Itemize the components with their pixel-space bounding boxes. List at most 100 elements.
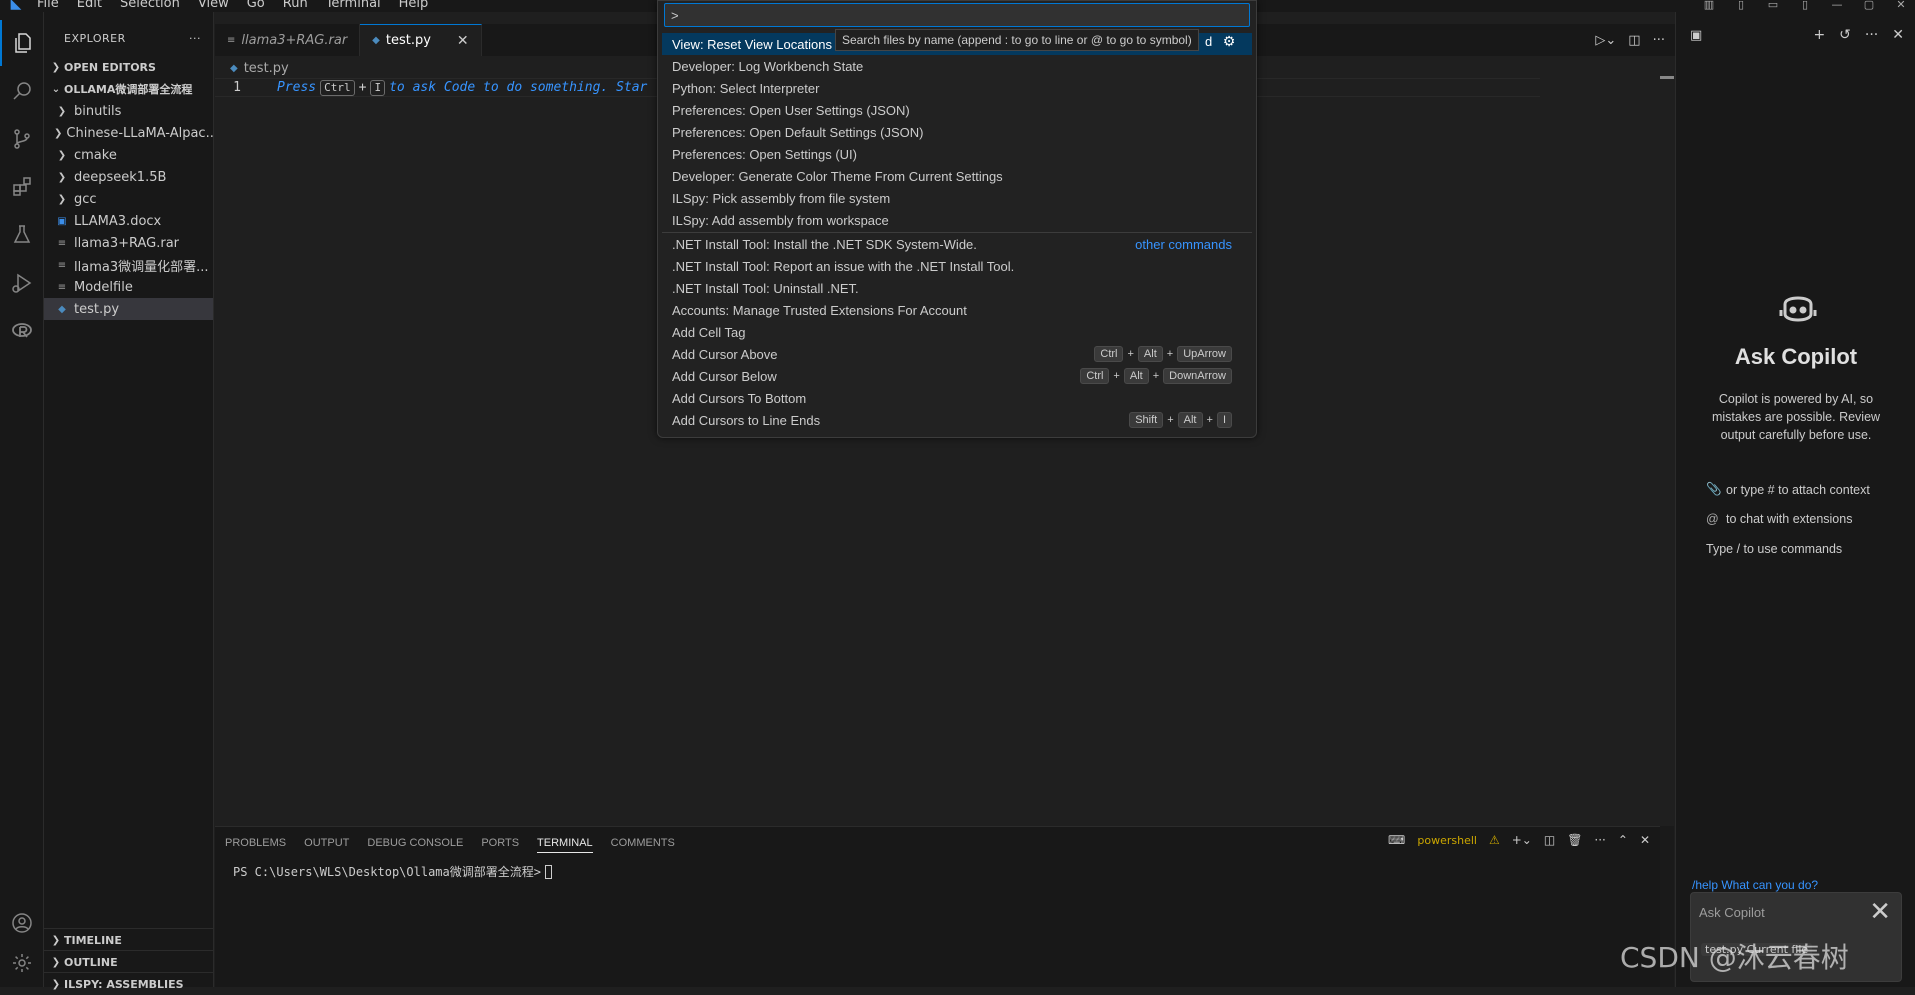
- terminal-line[interactable]: PS C:\Users\WLS\Desktop\Ollama微调部署全流程>: [233, 863, 552, 880]
- tree-folder[interactable]: ❯ gcc: [44, 188, 213, 210]
- menu-help[interactable]: Help: [390, 0, 438, 12]
- command-item[interactable]: Python: Select Interpreter: [662, 77, 1252, 99]
- tip-text: or type # to attach context: [1726, 482, 1870, 497]
- key-separator: +: [1166, 348, 1174, 360]
- extensions-icon[interactable]: [0, 164, 44, 210]
- tree-folder[interactable]: ❯ binutils: [44, 100, 213, 122]
- maximize-icon[interactable]: ▢: [1855, 0, 1883, 11]
- chat-icon[interactable]: ▣: [1690, 28, 1702, 43]
- r-extension-icon[interactable]: [0, 308, 44, 354]
- panel-tabs: PROBLEMS OUTPUT DEBUG CONSOLE PORTS TERMINAL…: [225, 837, 675, 853]
- command-item[interactable]: ILSpy: Add assembly from workspace: [662, 209, 1252, 231]
- command-item[interactable]: Preferences: Open Settings (UI): [662, 143, 1252, 165]
- command-item[interactable]: .NET Install Tool: Uninstall .NET.: [662, 277, 1252, 299]
- tree-folder[interactable]: ❯ cmake: [44, 144, 213, 166]
- command-item[interactable]: ILSpy: Pick assembly from file system: [662, 187, 1252, 209]
- layout-icon[interactable]: ▥: [1695, 0, 1723, 11]
- command-item[interactable]: Add Cursors to Line Ends Shift + Alt + I: [662, 409, 1252, 431]
- command-item[interactable]: Preferences: Open Default Settings (JSON…: [662, 121, 1252, 143]
- configure-keybinding-gear-icon[interactable]: ⚙: [1218, 33, 1240, 51]
- breadcrumb: ◆ test.py: [230, 58, 289, 78]
- outline-section[interactable]: ❯ OUTLINE: [44, 950, 214, 973]
- command-item[interactable]: Add Cursors To Bottom: [662, 387, 1252, 409]
- more-actions-icon[interactable]: ···: [1865, 27, 1878, 43]
- editor-scrollbar[interactable]: [1660, 76, 1674, 79]
- tab-test-py[interactable]: ◆ test.py ✕: [360, 24, 482, 56]
- tree-file[interactable]: ◆ test.py: [44, 298, 213, 320]
- workspace-folder-section[interactable]: ⌄ OLLAMA微调部署全流程: [44, 78, 213, 100]
- menu-run[interactable]: Run: [274, 0, 317, 12]
- source-control-icon[interactable]: [0, 116, 44, 162]
- toggle-panel-icon[interactable]: ▭: [1759, 0, 1787, 11]
- panel-tab-terminal[interactable]: TERMINAL: [537, 837, 593, 853]
- tree-file[interactable]: ≡ Modelfile: [44, 276, 213, 298]
- keybinding: Shift + Alt + I: [1129, 412, 1232, 428]
- panel-tab-ports[interactable]: PORTS: [481, 837, 519, 853]
- open-editors-section[interactable]: ❯ OPEN EDITORS: [44, 56, 213, 78]
- command-item[interactable]: Add Cursors To Top: [662, 431, 1252, 438]
- command-item[interactable]: Add Cursor Below Ctrl + Alt + DownArrow: [662, 365, 1252, 387]
- command-item[interactable]: Developer: Log Workbench State: [662, 55, 1252, 77]
- more-actions-icon[interactable]: ···: [1594, 833, 1605, 847]
- tree-file[interactable]: ▣ LLAMA3.docx: [44, 210, 213, 232]
- run-file-icon[interactable]: ▷⌄: [1595, 33, 1616, 48]
- command-label: Add Cursor Above: [672, 346, 778, 362]
- command-item[interactable]: Accounts: Manage Trusted Extensions For …: [662, 299, 1252, 321]
- terminal-shell-name[interactable]: powershell: [1417, 834, 1477, 847]
- keycap: Alt: [1123, 368, 1149, 384]
- tree-folder[interactable]: ❯ Chinese-LLaMA-Alpac...: [44, 122, 213, 144]
- new-terminal-icon[interactable]: +⌄: [1512, 833, 1532, 847]
- split-editor-icon[interactable]: ◫: [1628, 33, 1640, 48]
- close-panel-icon[interactable]: ✕: [1640, 833, 1650, 847]
- menu-edit[interactable]: Edit: [68, 0, 111, 12]
- command-item[interactable]: Add Cursor Above Ctrl + Alt + UpArrow: [662, 343, 1252, 365]
- maximize-panel-icon[interactable]: ⌃: [1618, 833, 1628, 847]
- tree-file[interactable]: ≡ llama3微调量化部署...: [44, 254, 213, 276]
- manage-gear-icon[interactable]: [0, 940, 44, 986]
- split-terminal-icon[interactable]: ◫: [1544, 833, 1555, 847]
- command-item[interactable]: .NET Install Tool: Install the .NET SDK …: [662, 233, 1252, 255]
- toggle-secondary-icon[interactable]: ▯: [1791, 0, 1819, 11]
- command-item[interactable]: Add Cell Tag: [662, 321, 1252, 343]
- close-panel-icon[interactable]: ✕: [1892, 27, 1904, 43]
- more-actions-icon[interactable]: ···: [1653, 33, 1665, 48]
- history-icon[interactable]: ↺: [1839, 27, 1851, 43]
- breadcrumb-file[interactable]: test.py: [244, 61, 289, 76]
- menu-terminal[interactable]: Terminal: [317, 0, 390, 12]
- kill-terminal-icon[interactable]: 🗑: [1567, 833, 1582, 847]
- tree-file[interactable]: ≡ llama3+RAG.rar: [44, 232, 213, 254]
- help-link[interactable]: /help What can you do?: [1692, 878, 1818, 892]
- run-debug-icon[interactable]: [0, 260, 44, 306]
- panel-tab-output[interactable]: OUTPUT: [304, 837, 349, 853]
- minimize-icon[interactable]: —: [1823, 0, 1851, 11]
- menu-go[interactable]: Go: [238, 0, 274, 12]
- panel-tab-problems[interactable]: PROBLEMS: [225, 837, 286, 853]
- workspace-folder-label: OLLAMA微调部署全流程: [64, 83, 193, 96]
- close-icon[interactable]: ✕: [1869, 897, 1891, 927]
- command-palette-input[interactable]: [664, 3, 1250, 27]
- menu-selection[interactable]: Selection: [111, 0, 189, 12]
- panel-tab-comments[interactable]: COMMENTS: [611, 837, 675, 853]
- command-item[interactable]: Preferences: Open User Settings (JSON): [662, 99, 1252, 121]
- copilot-title: Ask Copilot: [1734, 344, 1858, 369]
- tree-folder[interactable]: ❯ deepseek1.5B: [44, 166, 213, 188]
- tab-label: llama3+RAG.rar: [241, 32, 348, 48]
- close-window-icon[interactable]: ✕: [1887, 0, 1915, 11]
- command-item[interactable]: .NET Install Tool: Report an issue with …: [662, 255, 1252, 277]
- new-chat-icon[interactable]: +: [1813, 27, 1825, 43]
- more-actions-icon[interactable]: ···: [189, 32, 201, 45]
- search-icon[interactable]: [0, 68, 44, 114]
- ilspy-section[interactable]: ❯ ILSPY: ASSEMBLIES: [44, 972, 214, 995]
- testing-icon[interactable]: [0, 212, 44, 258]
- key-separator: +: [1127, 348, 1134, 360]
- explorer-icon[interactable]: [0, 20, 44, 66]
- tab-llama3-rag[interactable]: ≡ llama3+RAG.rar: [215, 24, 361, 56]
- menu-file[interactable]: File: [28, 0, 68, 12]
- panel-tab-debug-console[interactable]: DEBUG CONSOLE: [367, 837, 463, 853]
- command-item[interactable]: Developer: Generate Color Theme From Cur…: [662, 165, 1252, 187]
- menu-view[interactable]: View: [189, 0, 238, 12]
- close-tab-icon[interactable]: ✕: [457, 33, 469, 49]
- toggle-sidebar-icon[interactable]: ▯: [1727, 0, 1755, 11]
- window-controls: ▥ ▯ ▭ ▯ — ▢ ✕: [1695, 0, 1915, 12]
- timeline-section[interactable]: ❯ TIMELINE: [44, 928, 214, 951]
